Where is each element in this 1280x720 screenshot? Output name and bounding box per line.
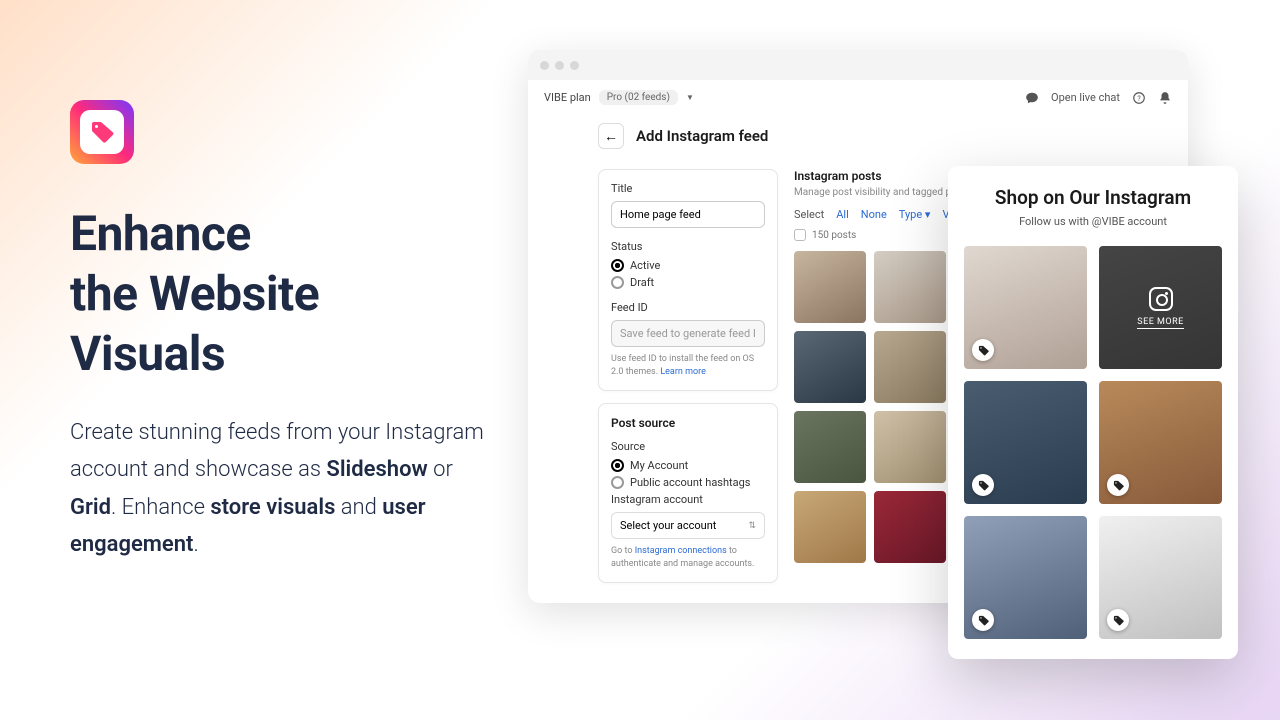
title-label: Title: [611, 182, 765, 195]
feed-id-input: [611, 320, 765, 347]
filter-type[interactable]: Type ▾: [899, 208, 931, 221]
source-public-radio[interactable]: Public account hashtags: [611, 476, 765, 489]
tag-icon: [972, 474, 994, 496]
account-help: Go to Instagram connections to authentic…: [611, 545, 765, 570]
tag-icon: [1107, 474, 1129, 496]
tag-icon: [1107, 609, 1129, 631]
page-title: Add Instagram feed: [636, 127, 768, 145]
preview-item-see-more[interactable]: SEE MORE: [1099, 246, 1222, 369]
see-more-label: SEE MORE: [1137, 317, 1184, 329]
preview-item[interactable]: [964, 381, 1087, 504]
post-thumb[interactable]: [794, 331, 866, 403]
learn-more-link[interactable]: Learn more: [660, 367, 706, 377]
source-label: Source: [611, 440, 765, 453]
chat-icon[interactable]: [1025, 91, 1039, 105]
open-live-chat-link[interactable]: Open live chat: [1051, 91, 1120, 104]
brand-label: VIBE plan: [544, 91, 591, 104]
back-button[interactable]: ←: [598, 123, 624, 149]
tag-icon: [90, 120, 114, 144]
post-thumb[interactable]: [874, 411, 946, 483]
preview-item[interactable]: [1099, 516, 1222, 639]
chevron-down-icon[interactable]: ▼: [686, 93, 694, 102]
filter-all[interactable]: All: [836, 208, 849, 221]
feed-settings-card: Title Status Active Draft Feed ID Use fe…: [598, 169, 778, 391]
help-icon[interactable]: ?: [1132, 91, 1146, 105]
post-thumb[interactable]: [794, 251, 866, 323]
preview-title: Shop on Our Instagram: [964, 186, 1222, 209]
headline: Enhance the Website Visuals: [70, 204, 500, 384]
traffic-light-min[interactable]: [555, 61, 564, 70]
instagram-icon: [1149, 287, 1173, 311]
title-input[interactable]: [611, 201, 765, 228]
post-thumb[interactable]: [874, 251, 946, 323]
instagram-account-label: Instagram account: [611, 493, 765, 506]
storefront-preview: Shop on Our Instagram Follow us with @VI…: [948, 166, 1238, 659]
post-thumb[interactable]: [874, 491, 946, 563]
post-count: 150 posts: [812, 230, 856, 241]
select-label: Select: [794, 208, 824, 221]
status-active-radio[interactable]: Active: [611, 259, 765, 272]
preview-item[interactable]: [964, 516, 1087, 639]
status-label: Status: [611, 240, 765, 253]
post-thumb[interactable]: [874, 331, 946, 403]
app-icon: [70, 100, 134, 164]
hero-column: Enhance the Website Visuals Create stunn…: [70, 50, 500, 720]
post-thumb[interactable]: [794, 491, 866, 563]
tag-icon: [972, 339, 994, 361]
window-titlebar: [528, 50, 1188, 80]
instagram-connections-link[interactable]: Instagram connections: [635, 546, 727, 556]
bell-icon[interactable]: [1158, 91, 1172, 105]
svg-text:?: ?: [1137, 94, 1141, 102]
tag-icon: [972, 609, 994, 631]
preview-item[interactable]: [1099, 381, 1222, 504]
status-draft-radio[interactable]: Draft: [611, 276, 765, 289]
filter-none[interactable]: None: [861, 208, 887, 221]
post-source-title: Post source: [611, 416, 765, 430]
feed-id-label: Feed ID: [611, 301, 765, 314]
post-source-card: Post source Source My Account Public acc…: [598, 403, 778, 583]
post-thumb[interactable]: [794, 411, 866, 483]
source-my-account-radio[interactable]: My Account: [611, 459, 765, 472]
select-all-checkbox[interactable]: [794, 229, 806, 241]
account-select[interactable]: Select your account⇅: [611, 512, 765, 539]
hero-subtext: Create stunning feeds from your Instagra…: [70, 414, 500, 564]
plan-chip[interactable]: Pro (02 feeds): [599, 90, 678, 105]
traffic-light-close[interactable]: [540, 61, 549, 70]
traffic-light-max[interactable]: [570, 61, 579, 70]
feed-id-help: Use feed ID to install the feed on OS 2.…: [611, 353, 765, 378]
preview-subtitle: Follow us with @VIBE account: [964, 215, 1222, 228]
preview-item[interactable]: [964, 246, 1087, 369]
